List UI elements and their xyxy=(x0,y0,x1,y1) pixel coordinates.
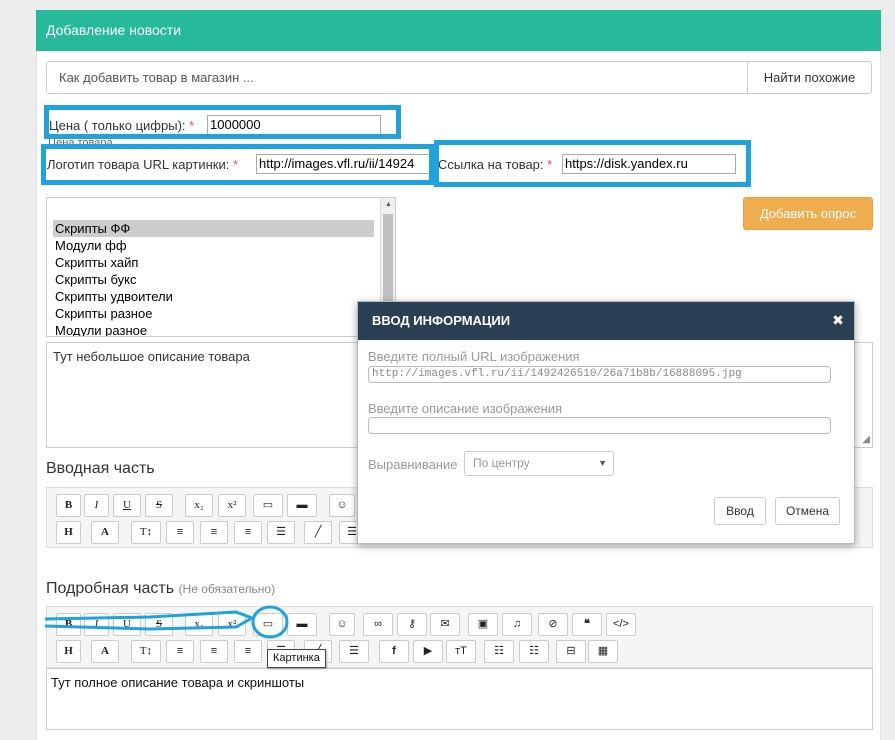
modal-header: ВВОД ИНФОРМАЦИИ ✖ xyxy=(358,302,854,340)
scroll-up-icon[interactable]: ▲ xyxy=(381,198,395,212)
cancel-button[interactable]: Отмена xyxy=(775,497,840,525)
align-center-icon[interactable]: ≡ xyxy=(200,640,228,663)
image-url-input[interactable]: http://images.vfl.ru/ii/1492426510/26a71… xyxy=(368,366,831,383)
brush-icon[interactable]: ╱ xyxy=(304,521,332,544)
product-link-label: Ссылка на товар: * xyxy=(438,157,553,172)
details-section-title: Подробная часть (Не обязательно) xyxy=(46,580,276,597)
modal-title: ВВОД ИНФОРМАЦИИ xyxy=(372,313,511,328)
product-link-input[interactable]: https://disk.yandex.ru xyxy=(562,154,736,174)
font-color-button[interactable]: A xyxy=(91,521,119,544)
superscript-button[interactable]: x² xyxy=(218,494,246,517)
font-size-button[interactable]: T↕ xyxy=(131,521,161,544)
font-color-button[interactable]: A xyxy=(91,640,119,663)
align-left-icon[interactable]: ≡ xyxy=(166,521,194,544)
code-icon[interactable]: </> xyxy=(606,613,636,636)
align-right-icon[interactable]: ≡ xyxy=(234,521,262,544)
list-icon[interactable]: ☰ xyxy=(339,640,369,663)
ok-button[interactable]: Ввод xyxy=(714,497,766,525)
list-item[interactable]: Скрипты ФФ xyxy=(53,220,374,237)
short-description-text: Тут небольшое описание товара xyxy=(53,349,250,364)
link-icon[interactable]: ∞ xyxy=(363,613,393,636)
justify-icon[interactable]: ☰ xyxy=(267,521,295,544)
details-editor[interactable]: Тут полное описание товара и скриншоты xyxy=(46,668,873,730)
typography-icon[interactable]: тT xyxy=(446,640,476,663)
video-icon[interactable]: ▣ xyxy=(468,613,498,636)
alignment-label: Выравнивание xyxy=(368,457,458,472)
italic-button[interactable]: I xyxy=(84,494,109,517)
underline-button[interactable]: U xyxy=(113,494,141,517)
add-poll-button[interactable]: Добавить опрос xyxy=(743,197,873,230)
logo-url-label: Логотип товара URL картинки: * xyxy=(47,157,239,172)
music-icon[interactable]: ♫ xyxy=(502,613,532,636)
page-header: Добавление новости xyxy=(36,10,881,51)
folder-icon[interactable]: ▬ xyxy=(287,613,317,636)
youtube-icon[interactable]: ▶ xyxy=(413,640,443,663)
align-right-icon[interactable]: ≡ xyxy=(234,640,262,663)
price-input[interactable]: 1000000 xyxy=(207,115,381,135)
info-modal: ВВОД ИНФОРМАЦИИ ✖ Введите полный URL изо… xyxy=(357,301,855,544)
logo-url-input[interactable]: http://images.vfl.ru/ii/14924 xyxy=(256,154,431,174)
heading-button[interactable]: H xyxy=(56,521,81,544)
table-icon[interactable]: ▦ xyxy=(588,640,618,663)
find-similar-button[interactable]: Найти похожие xyxy=(747,61,872,94)
folder-icon[interactable]: ▬ xyxy=(287,494,317,517)
heading-button[interactable]: H xyxy=(56,640,81,663)
details-toolbar: B I U S x₂ x² ▭ ▬ ☺ ∞ ⚷ ✉ ▣ ♫ ⊘ ❝ </> H … xyxy=(46,606,873,668)
mail-icon[interactable]: ✉ xyxy=(430,613,460,636)
bold-button[interactable]: B xyxy=(56,613,81,636)
close-icon[interactable]: ✖ xyxy=(831,313,845,327)
font-size-button[interactable]: T↕ xyxy=(131,640,161,663)
page-break-icon[interactable]: ⊟ xyxy=(556,640,586,663)
list-item[interactable]: Скрипты разное xyxy=(53,305,374,322)
resize-grip-icon[interactable]: ◢ xyxy=(862,435,870,445)
smiley-icon[interactable]: ☺ xyxy=(329,494,355,517)
hide-icon[interactable]: ⊘ xyxy=(538,613,568,636)
details-body-text: Тут полное описание товара и скриншоты xyxy=(51,675,305,690)
list-item[interactable]: Модули разное xyxy=(53,322,374,336)
list-item[interactable]: Скрипты хайп xyxy=(53,254,374,271)
page-title: Добавление новости xyxy=(46,22,182,38)
image-desc-label: Введите описание изображения xyxy=(368,401,563,416)
price-label: Цена ( только цифры): * xyxy=(49,118,195,133)
quote-icon[interactable]: ❝ xyxy=(572,613,602,636)
align-left-icon[interactable]: ≡ xyxy=(166,640,194,663)
superscript-button[interactable]: x² xyxy=(218,613,246,636)
image-icon[interactable]: ▭ xyxy=(253,613,283,636)
image-tooltip: Картинка xyxy=(267,649,326,668)
strike-button[interactable]: S xyxy=(145,613,173,636)
image-icon[interactable]: ▭ xyxy=(253,494,283,517)
alignment-value: По центру xyxy=(473,456,530,470)
underline-button[interactable]: U xyxy=(113,613,141,636)
subscript-button[interactable]: x₂ xyxy=(185,613,213,636)
chevron-down-icon: ▼ xyxy=(598,458,607,468)
image-desc-input[interactable] xyxy=(368,417,831,434)
search-input[interactable] xyxy=(46,61,748,94)
alignment-select[interactable]: По центру ▼ xyxy=(464,451,614,476)
list-item[interactable]: Скрипты букс xyxy=(53,271,374,288)
category-listbox[interactable]: Скрипты ФФ Модули фф Скрипты хайп Скрипт… xyxy=(46,197,396,337)
bullet-list-icon[interactable]: ☷ xyxy=(484,640,514,663)
search-bar: Найти похожие xyxy=(46,61,872,94)
image-url-label: Введите полный URL изображения xyxy=(368,349,580,364)
list-item[interactable]: Модули фф xyxy=(53,237,374,254)
list-item[interactable]: Скрипты удвоители xyxy=(53,288,374,305)
price-hint: Цена товара xyxy=(48,137,113,149)
numbered-list-icon[interactable]: ☷ xyxy=(519,640,549,663)
strike-button[interactable]: S xyxy=(145,494,173,517)
intro-section-title: Вводная часть xyxy=(46,460,155,477)
bold-button[interactable]: B xyxy=(56,494,81,517)
key-icon[interactable]: ⚷ xyxy=(397,613,427,636)
italic-button[interactable]: I xyxy=(84,613,109,636)
facebook-icon[interactable]: f xyxy=(379,640,409,663)
optional-note: (Не обязательно) xyxy=(178,582,276,596)
align-center-icon[interactable]: ≡ xyxy=(200,521,228,544)
smiley-icon[interactable]: ☺ xyxy=(329,613,355,636)
subscript-button[interactable]: x₂ xyxy=(185,494,213,517)
